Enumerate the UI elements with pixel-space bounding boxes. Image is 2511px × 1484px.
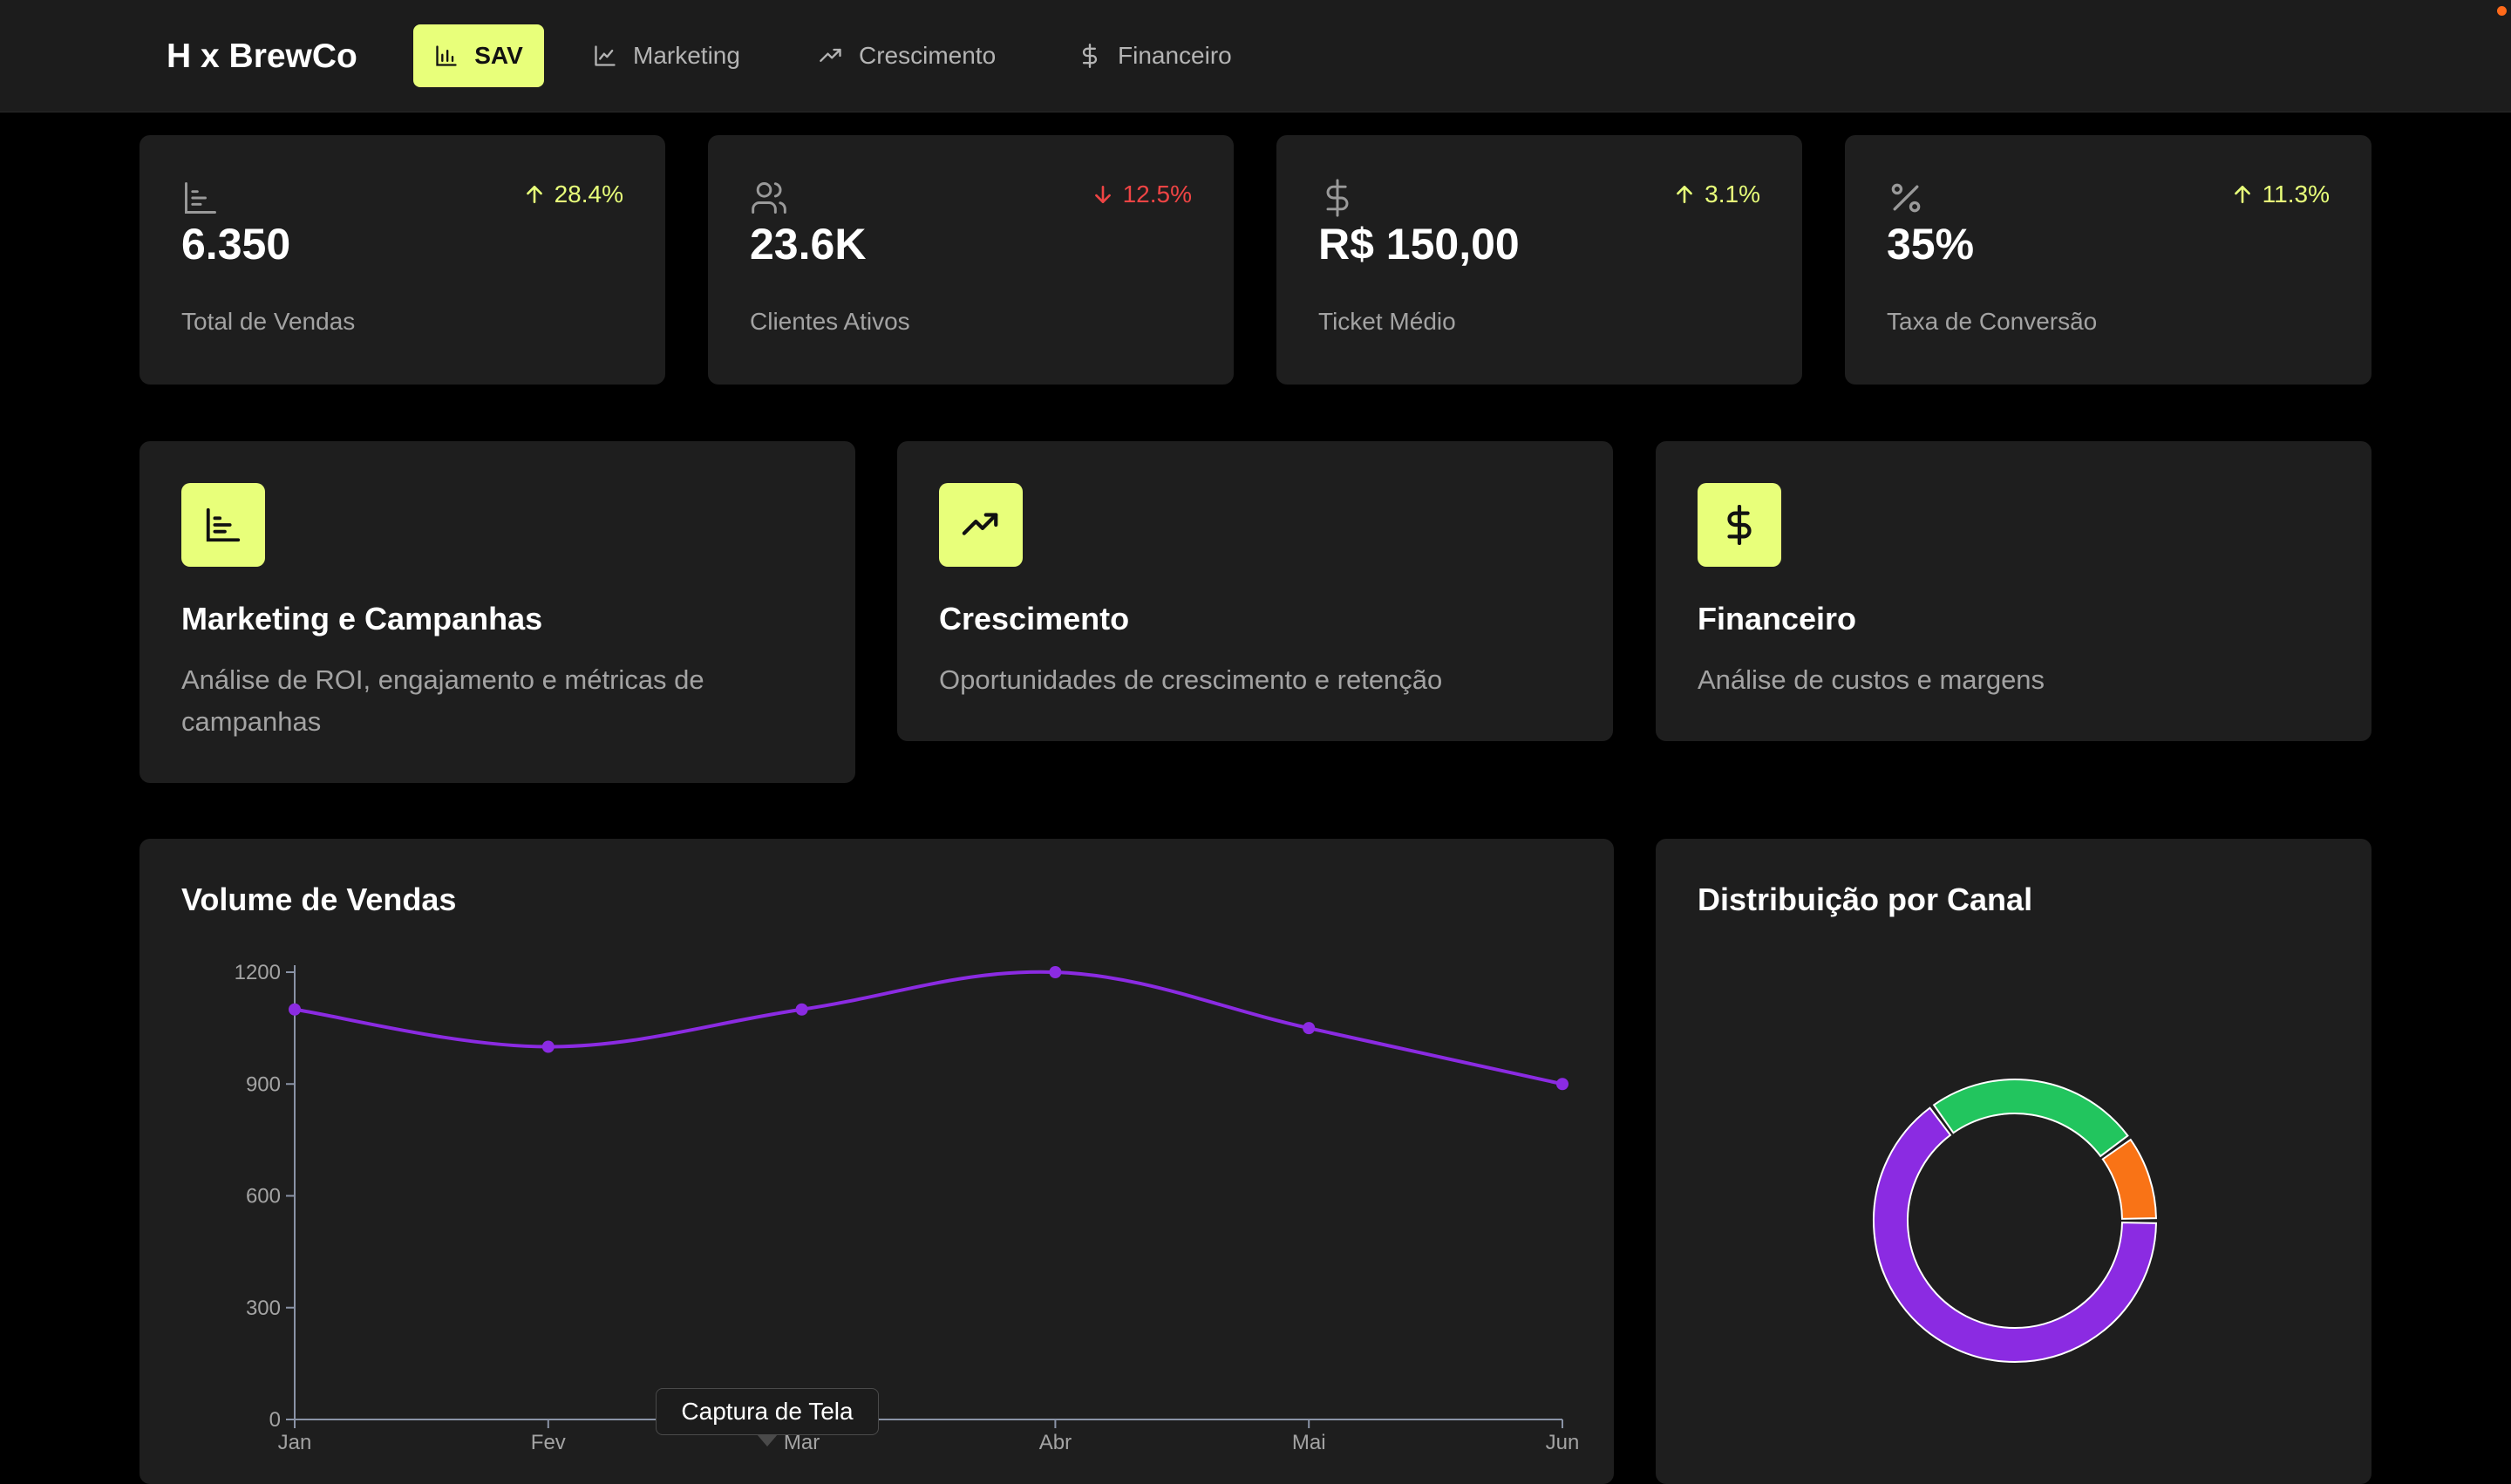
tab-sav[interactable]: SAV bbox=[413, 24, 544, 87]
arrow-up-icon bbox=[526, 186, 542, 203]
brand-logo-text: H x BrewCo bbox=[167, 37, 357, 75]
x-tick-label: Fev bbox=[531, 1431, 566, 1454]
dollar-icon bbox=[1326, 179, 1349, 217]
kpi-change-badge: 3.1% bbox=[1673, 180, 1760, 208]
series-line bbox=[294, 970, 1563, 1086]
feature-description: Análise de ROI, engajamento e métricas d… bbox=[181, 664, 704, 737]
kpi-label: Ticket Médio bbox=[1318, 308, 1456, 335]
tab-sav-label: SAV bbox=[474, 42, 523, 69]
kpi-change-value: 11.3% bbox=[2262, 180, 2330, 208]
kpi-value: 6.350 bbox=[181, 220, 291, 269]
sales-line-chart: 03006009001200Jan Fev Mar Abr Mai Jun bbox=[235, 961, 1580, 1454]
kpi-change-value: 28.4% bbox=[554, 180, 623, 208]
tab-marketing[interactable]: Marketing bbox=[593, 24, 740, 87]
kpi-label: Clientes Ativos bbox=[750, 308, 910, 335]
x-tick-label: Abr bbox=[1039, 1431, 1072, 1454]
y-tick-label: 300 bbox=[246, 1297, 281, 1320]
bar-chart-icon bbox=[436, 45, 457, 66]
feature-title: Crescimento bbox=[939, 601, 1130, 636]
kpi-card-ticket-medio: 3.1% R$ 150,00 Ticket Médio bbox=[1276, 135, 1802, 385]
kpi-card-taxa-conversao: 11.3% 35% Taxa de Conversão bbox=[1845, 135, 2372, 385]
feature-icon-box bbox=[939, 483, 1023, 567]
y-tick-label: 0 bbox=[269, 1408, 281, 1432]
bar-chart-icon bbox=[206, 507, 241, 542]
donut-slice bbox=[1932, 1079, 2129, 1158]
x-tick-label: Jan bbox=[278, 1431, 312, 1454]
feature-title: Marketing e Campanhas bbox=[181, 601, 543, 636]
users-icon bbox=[752, 182, 786, 214]
channel-donut-chart bbox=[1873, 1079, 2157, 1363]
feature-icon-box bbox=[181, 483, 265, 567]
donut-slice bbox=[2101, 1138, 2157, 1220]
bar-chart-icon bbox=[185, 182, 216, 214]
x-tick-label: Jun bbox=[1546, 1431, 1580, 1454]
feature-description: Oportunidades de crescimento e retenção bbox=[939, 664, 1443, 695]
kpi-value: 23.6K bbox=[750, 220, 867, 269]
notification-dot bbox=[2497, 6, 2507, 16]
kpi-change-value: 12.5% bbox=[1122, 180, 1192, 208]
trending-up-icon bbox=[962, 513, 998, 535]
data-point bbox=[289, 1003, 301, 1016]
channel-distribution-panel: Distribuição por Canal bbox=[1656, 839, 2372, 1484]
dollar-icon bbox=[1727, 505, 1752, 545]
tab-marketing-label: Marketing bbox=[633, 42, 740, 69]
tooltip-tail bbox=[757, 1434, 778, 1447]
screenshot-tooltip: Captura de Tela bbox=[656, 1388, 879, 1435]
data-point bbox=[1303, 1022, 1316, 1035]
y-tick-label: 1200 bbox=[235, 961, 281, 984]
tab-crescimento[interactable]: Crescimento bbox=[819, 24, 996, 87]
kpi-card-clientes-ativos: 12.5% 23.6K Clientes Ativos bbox=[708, 135, 1234, 385]
feature-card-marketing[interactable]: Marketing e Campanhas Análise de ROI, en… bbox=[140, 441, 855, 783]
data-point bbox=[1556, 1078, 1569, 1091]
trending-up-icon bbox=[820, 48, 841, 63]
kpi-change-badge: 12.5% bbox=[1092, 180, 1192, 208]
percent-icon bbox=[1891, 183, 1921, 213]
data-point bbox=[795, 1003, 808, 1016]
feature-icon-box bbox=[1698, 483, 1781, 567]
line-chart-icon bbox=[595, 45, 616, 66]
feature-title: Financeiro bbox=[1698, 601, 1857, 636]
x-tick-label: Mai bbox=[1292, 1431, 1326, 1454]
arrow-up-icon bbox=[2234, 186, 2250, 203]
top-navigation-bar: H x BrewCo SAV Marketing Crescimento Fin… bbox=[0, 0, 2511, 112]
tab-financeiro-label: Financeiro bbox=[1118, 42, 1232, 69]
arrow-down-icon bbox=[1094, 186, 1111, 203]
kpi-card-total-vendas: 28.4% 6.350 Total de Vendas bbox=[140, 135, 665, 385]
y-tick-label: 600 bbox=[246, 1185, 281, 1208]
data-point bbox=[1049, 966, 1062, 978]
feature-description: Análise de custos e margens bbox=[1698, 664, 2045, 695]
kpi-change-badge: 28.4% bbox=[523, 180, 623, 208]
kpi-value: R$ 150,00 bbox=[1318, 220, 1520, 269]
kpi-label: Taxa de Conversão bbox=[1887, 308, 2098, 335]
arrow-up-icon bbox=[1677, 186, 1693, 203]
tab-crescimento-label: Crescimento bbox=[859, 42, 997, 69]
kpi-value: 35% bbox=[1887, 220, 1975, 269]
data-point bbox=[541, 1040, 555, 1053]
dollar-icon bbox=[1082, 44, 1098, 68]
feature-card-financeiro[interactable]: Financeiro Análise de custos e margens bbox=[1656, 441, 2372, 741]
kpi-change-value: 3.1% bbox=[1705, 180, 1760, 208]
tab-financeiro[interactable]: Financeiro bbox=[1078, 24, 1232, 87]
feature-card-crescimento[interactable]: Crescimento Oportunidades de crescimento… bbox=[897, 441, 1613, 741]
kpi-label: Total de Vendas bbox=[181, 308, 356, 335]
y-tick-label: 900 bbox=[246, 1072, 281, 1096]
sales-volume-panel: Volume de Vendas 0 300 600 900 1200 Jan Fev Mar… bbox=[140, 839, 1614, 1484]
kpi-change-badge: 11.3% bbox=[2231, 180, 2330, 208]
